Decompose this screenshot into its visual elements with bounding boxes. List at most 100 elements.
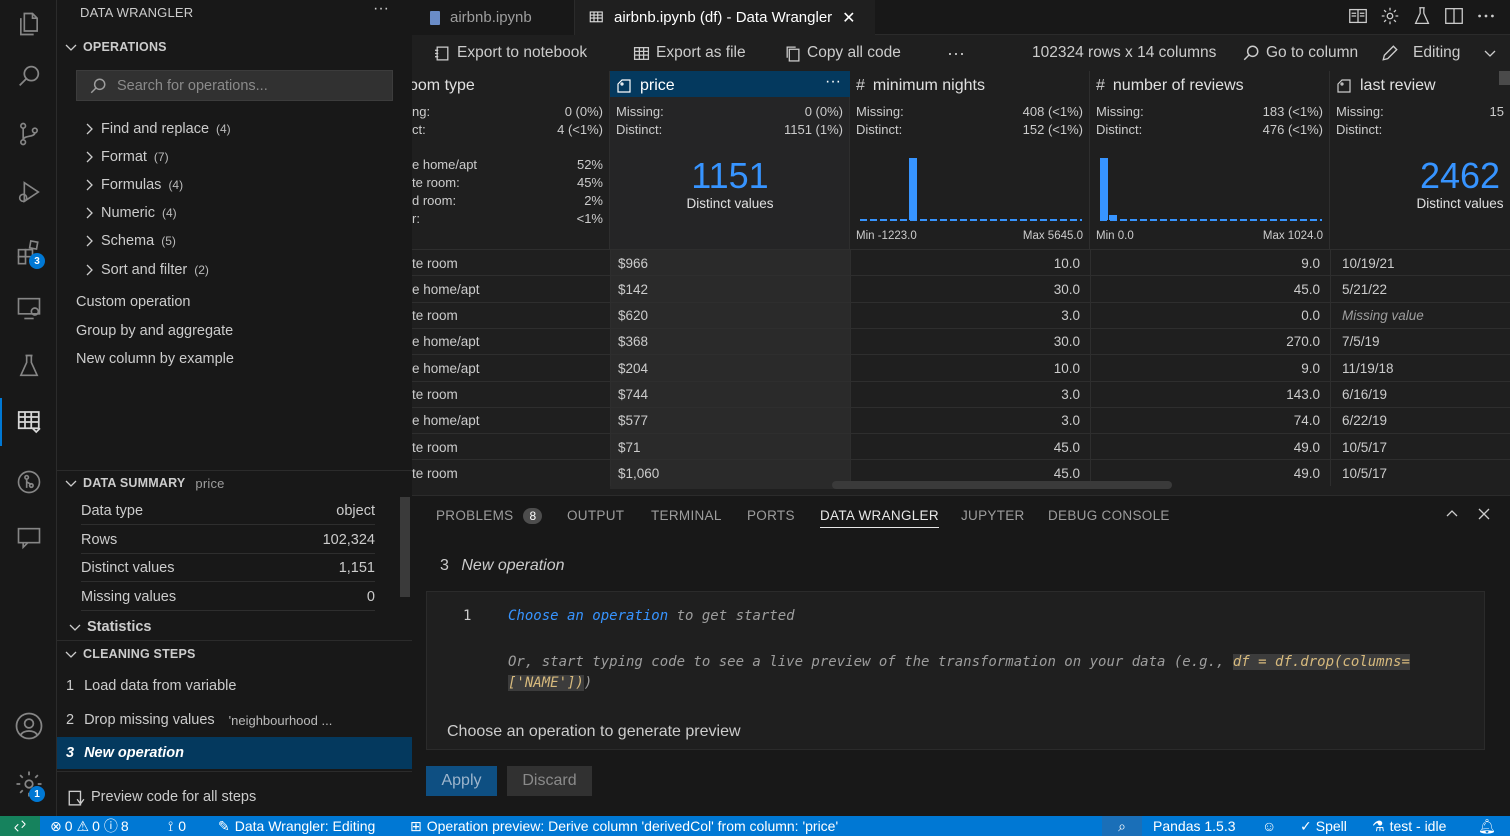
split-editor-icon[interactable] — [1443, 5, 1465, 27]
column-header-minimum-nights[interactable]: # minimum nights Missing: 408 (<1%) Disti… — [850, 71, 1090, 249]
op-group-format[interactable]: Format (7) — [81, 144, 169, 170]
open-preview-icon[interactable] — [1347, 5, 1369, 27]
cell-room-type[interactable]: e home/apt — [412, 408, 604, 434]
chat-icon[interactable] — [0, 514, 57, 562]
data-wrangler-icon[interactable] — [0, 398, 57, 446]
accounts-icon[interactable] — [0, 702, 57, 750]
cell-last-review[interactable]: 10/19/21 — [1342, 250, 1502, 276]
panel-tab-output[interactable]: OUTPUT — [567, 508, 624, 523]
table-row[interactable]: e home/apt $142 30.0 45.0 5/21/22 — [412, 275, 1510, 303]
cell-price[interactable]: $966 — [618, 250, 848, 276]
table-row[interactable]: te room $744 3.0 143.0 6/16/19 — [412, 380, 1510, 408]
close-panel-icon[interactable] — [1476, 506, 1492, 522]
cell-last-review[interactable]: 11/19/18 — [1342, 355, 1502, 381]
panel-tab-problems[interactable]: PROBLEMS 8 — [436, 508, 543, 524]
cell-minimum-nights[interactable]: 30.0 — [850, 329, 1080, 355]
run-debug-icon[interactable] — [0, 168, 57, 216]
git-graph-icon[interactable] — [0, 458, 57, 506]
extensions-icon[interactable]: 3 — [0, 228, 57, 276]
table-row[interactable]: te room $620 3.0 0.0 Missing value — [412, 301, 1510, 329]
step-new-operation[interactable]: 3 New operation — [57, 737, 412, 769]
cell-number-of-reviews[interactable]: 270.0 — [1090, 329, 1320, 355]
cell-number-of-reviews[interactable]: 49.0 — [1090, 434, 1320, 460]
explorer-icon[interactable] — [0, 0, 57, 48]
cell-number-of-reviews[interactable]: 0.0 — [1090, 303, 1320, 329]
cell-last-review[interactable]: 10/5/17 — [1342, 434, 1502, 460]
export-as-file-button[interactable]: Export as file — [633, 35, 746, 71]
cell-price[interactable]: $368 — [618, 329, 848, 355]
group-by-aggregate-item[interactable]: Group by and aggregate — [76, 318, 233, 344]
toolbar-more-button[interactable]: ··· — [947, 35, 965, 71]
panel-tab-data-wrangler[interactable]: DATA WRANGLER — [820, 508, 939, 528]
manage-gear-icon[interactable]: 1 — [0, 760, 57, 808]
cell-minimum-nights[interactable]: 3.0 — [850, 408, 1080, 434]
table-row[interactable]: te room $966 10.0 9.0 10/19/21 — [412, 249, 1510, 276]
cell-number-of-reviews[interactable]: 45.0 — [1090, 276, 1320, 302]
cell-price[interactable]: $577 — [618, 408, 848, 434]
cell-room-type[interactable]: te room — [412, 434, 604, 460]
copy-all-code-button[interactable]: Copy all code — [784, 35, 901, 71]
flask-icon[interactable] — [1411, 5, 1433, 27]
remote-explorer-icon[interactable] — [0, 284, 57, 332]
cell-minimum-nights[interactable]: 10.0 — [850, 250, 1080, 276]
table-row[interactable]: te room $71 45.0 49.0 10/5/17 — [412, 433, 1510, 461]
cell-minimum-nights[interactable]: 30.0 — [850, 276, 1080, 302]
copilot-icon[interactable]: ☺ — [1262, 816, 1276, 836]
column-menu-button[interactable]: ··· — [825, 73, 841, 91]
table-row[interactable]: e home/apt $204 10.0 9.0 11/19/18 — [412, 354, 1510, 382]
testing-icon[interactable] — [0, 342, 57, 390]
cell-room-type[interactable]: te room — [412, 460, 604, 486]
notifications-icon[interactable]: 🔔︎ — [1478, 816, 1496, 836]
wrangler-mode-status[interactable]: ✎ Data Wrangler: Editing — [218, 816, 375, 836]
summary-scrollbar[interactable] — [400, 497, 410, 597]
cleaning-steps-header[interactable]: CLEANING STEPS — [57, 642, 412, 666]
go-to-column-button[interactable]: Go to column — [1242, 35, 1358, 71]
spell-status[interactable]: ✓ Spell — [1300, 816, 1347, 836]
column-header-price[interactable]: price ··· Missing: 0 (0%) Distinct: 1151… — [610, 71, 850, 249]
op-group-formulas[interactable]: Formulas (4) — [81, 172, 183, 198]
panel-tab-ports[interactable]: PORTS — [747, 508, 795, 523]
custom-operation-item[interactable]: Custom operation — [76, 289, 190, 315]
preview-code-checkbox[interactable]: Preview code for all steps — [67, 788, 256, 806]
cell-last-review[interactable]: 7/5/19 — [1342, 329, 1502, 355]
discard-button[interactable]: Discard — [507, 766, 592, 796]
cell-minimum-nights[interactable]: 3.0 — [850, 382, 1080, 408]
column-header-number-of-reviews[interactable]: # number of reviews Missing: 183 (<1%) Di… — [1090, 71, 1330, 249]
cell-last-review[interactable]: 5/21/22 — [1342, 276, 1502, 302]
cell-room-type[interactable]: e home/apt — [412, 329, 604, 355]
apply-button[interactable]: Apply — [426, 766, 497, 796]
cell-price[interactable]: $71 — [618, 434, 848, 460]
table-row[interactable]: e home/apt $368 30.0 270.0 7/5/19 — [412, 327, 1510, 355]
pandas-version[interactable]: Pandas 1.5.3 — [1153, 816, 1236, 836]
operations-section-header[interactable]: OPERATIONS — [57, 35, 412, 59]
panel-tab-terminal[interactable]: TERMINAL — [651, 508, 722, 523]
op-group-find-replace[interactable]: Find and replace (4) — [81, 116, 231, 142]
panel-tab-jupyter[interactable]: JUPYTER — [961, 508, 1025, 523]
step-drop-missing[interactable]: 2 Drop missing values 'neighbourhood ... — [57, 704, 412, 736]
op-group-sort-filter[interactable]: Sort and filter (2) — [81, 257, 209, 283]
statistics-toggle[interactable]: Statistics — [67, 614, 151, 640]
grid-scrollbar-thumb[interactable] — [1499, 71, 1510, 85]
cell-number-of-reviews[interactable]: 9.0 — [1090, 250, 1320, 276]
zoom-status-icon[interactable]: ⌕ — [1102, 816, 1142, 836]
cell-room-type[interactable]: te room — [412, 250, 604, 276]
maximize-panel-icon[interactable] — [1444, 506, 1460, 522]
cell-number-of-reviews[interactable]: 143.0 — [1090, 382, 1320, 408]
cell-minimum-nights[interactable]: 10.0 — [850, 355, 1080, 381]
data-summary-header[interactable]: DATA SUMMARY price — [57, 471, 412, 495]
column-header-room-type[interactable]: oom type ng: 0 (0%) ct: 4 (<1%) e home/a… — [412, 71, 610, 249]
tab-data-wrangler[interactable]: airbnb.ipynb (df) - Data Wrangler ✕ — [575, 0, 875, 35]
close-tab-icon[interactable]: ✕ — [842, 8, 855, 28]
cell-last-review[interactable]: 10/5/17 — [1342, 460, 1502, 486]
kernel-status[interactable]: ⚗ test - idle — [1372, 816, 1446, 836]
cell-minimum-nights[interactable]: 45.0 — [850, 434, 1080, 460]
cell-last-review[interactable]: Missing value — [1342, 303, 1502, 329]
cell-room-type[interactable]: te room — [412, 303, 604, 329]
step-load-data[interactable]: 1 Load data from variable — [57, 670, 412, 702]
cell-price[interactable]: $142 — [618, 276, 848, 302]
mode-dropdown[interactable]: Editing — [1381, 35, 1504, 71]
cell-number-of-reviews[interactable]: 74.0 — [1090, 408, 1320, 434]
horizontal-scrollbar[interactable] — [832, 481, 1172, 489]
cell-price[interactable]: $204 — [618, 355, 848, 381]
column-header-last-review[interactable]: last review Missing: 15 Distinct: 2462 D… — [1330, 71, 1510, 249]
